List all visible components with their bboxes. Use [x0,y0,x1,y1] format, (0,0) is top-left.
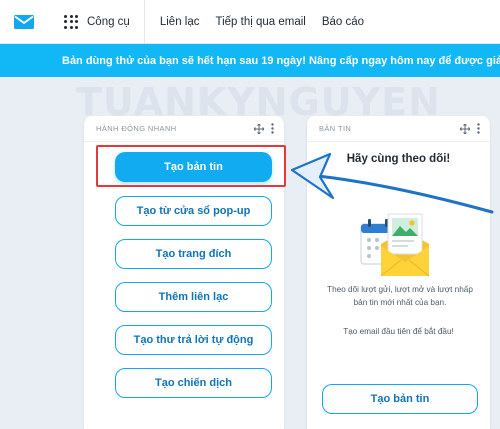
quick-actions-card: HÀNH ĐỘNG NHANH Tạo bản tin Tạo từ cửa s… [84,116,286,429]
tools-menu[interactable]: Công cụ [64,0,145,44]
more-dots-icon[interactable] [271,123,274,134]
envelope-logo-icon[interactable] [14,14,34,30]
newsletter-create-button[interactable]: Tạo bản tin [322,384,478,414]
more-dots-icon[interactable] [477,123,480,134]
quick-actions-title: HÀNH ĐỘNG NHANH [96,124,177,133]
top-navigation: Công cụ Liên lạc Tiếp thị qua email Báo … [0,0,500,44]
nav-link-email-marketing[interactable]: Tiếp thị qua email [215,16,305,28]
newsletter-illustration-icon [357,204,441,284]
add-contact-button[interactable]: Thêm liên lạc [115,282,272,312]
trial-banner[interactable]: Bản dùng thử của bạn sẽ hết hạn sau 19 n… [0,44,500,77]
newsletter-title: BẢN TIN [319,124,352,133]
create-campaign-button[interactable]: Tạo chiến dịch [115,368,272,398]
nav-link-contacts[interactable]: Liên lạc [160,16,200,28]
create-popup-button[interactable]: Tạo từ cửa sổ pop-up [115,196,272,226]
nav-link-reports[interactable]: Báo cáo [322,16,364,28]
tools-label: Công cụ [87,15,130,28]
newsletter-cta-text: Tạo email đầu tiên để bắt đầu! [343,327,454,336]
create-newsletter-button[interactable]: Tạo bản tin [115,152,272,182]
create-landing-page-button[interactable]: Tạo trang đích [115,239,272,269]
move-icon[interactable] [460,123,470,134]
apps-grid-icon [64,14,78,29]
newsletter-heading: Hãy cùng theo dõi! [346,153,451,165]
watermark: TUANKYNGUYEN [76,80,441,124]
newsletter-card: BẢN TIN Hãy cùng theo dõi! Theo dõi lượt… [307,116,490,429]
newsletter-header: BẢN TIN [307,116,490,142]
move-icon[interactable] [254,123,264,134]
newsletter-description: Theo dõi lượt gửi, lượt mở và lượt nhấp … [327,285,473,307]
quick-actions-header: HÀNH ĐỘNG NHANH [84,116,284,142]
create-autoresponder-button[interactable]: Tạo thư trả lời tự động [115,325,272,355]
trial-banner-text: Bản dùng thử của bạn sẽ hết hạn sau 19 n… [62,54,500,67]
